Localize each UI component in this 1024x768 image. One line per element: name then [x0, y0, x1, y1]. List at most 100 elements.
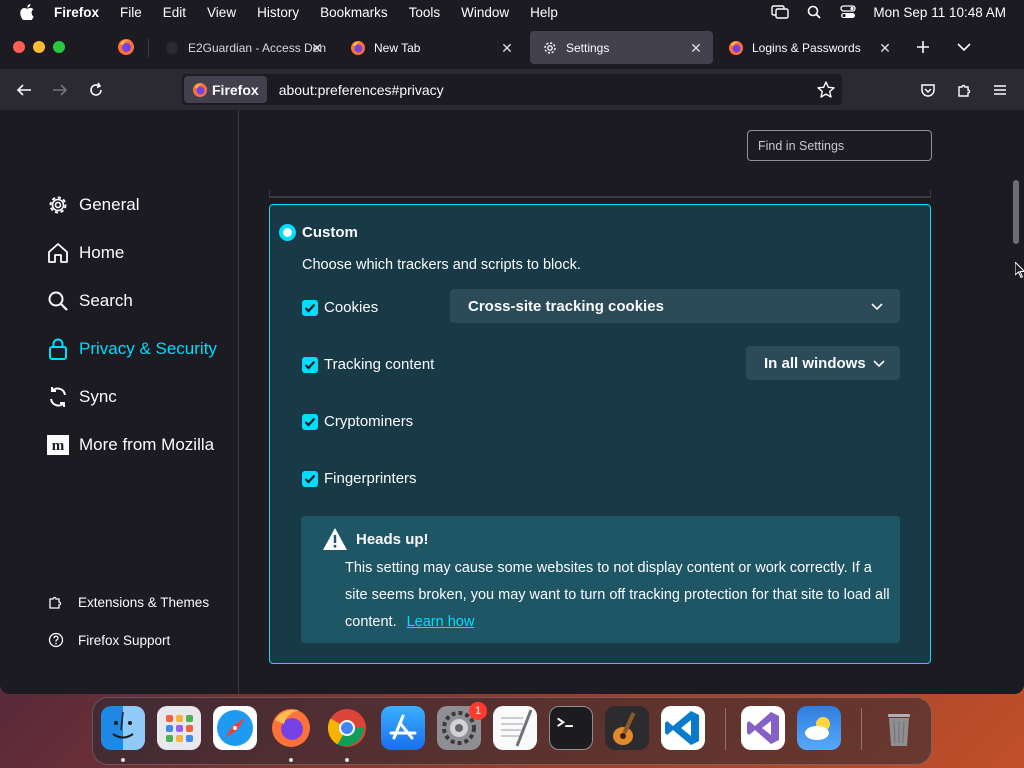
- category-general[interactable]: General: [46, 193, 139, 217]
- firefox-icon: [350, 40, 366, 56]
- find-in-settings-input[interactable]: Find in Settings: [747, 130, 932, 161]
- help-icon: [48, 632, 64, 648]
- close-tab-icon[interactable]: ✕: [310, 41, 324, 55]
- category-sync[interactable]: Sync: [46, 385, 117, 409]
- checkmark-icon[interactable]: [302, 356, 318, 373]
- close-window-button[interactable]: [13, 41, 25, 53]
- url-bar[interactable]: Firefox about:preferences#privacy: [182, 74, 842, 105]
- nav-toolbar: Firefox about:preferences#privacy: [0, 69, 1024, 110]
- tab-strip: E2Guardian - Access Den ✕ New Tab ✕ Sett…: [0, 24, 1024, 69]
- category-label: Search: [79, 291, 133, 310]
- category-label: General: [79, 195, 140, 214]
- identity-label: Firefox: [212, 81, 259, 98]
- cryptominers-option[interactable]: Cryptominers: [302, 413, 413, 430]
- menu-window[interactable]: Window: [461, 5, 509, 20]
- gear-icon: [46, 193, 70, 217]
- list-all-tabs-chevron-icon[interactable]: [953, 36, 975, 58]
- cookies-select[interactable]: Cross-site tracking cookies: [450, 289, 900, 323]
- preferences-page: General Home Search Privacy & Security S…: [0, 110, 1024, 694]
- category-label: Home: [79, 243, 125, 262]
- notification-badge: 1: [469, 702, 487, 720]
- menubar-clock[interactable]: Mon Sep 11 10:48 AM: [873, 5, 1006, 20]
- visual-studio-icon[interactable]: [741, 706, 785, 750]
- menu-help[interactable]: Help: [530, 5, 558, 20]
- scrollbar-thumb[interactable]: [1013, 180, 1019, 244]
- menu-edit[interactable]: Edit: [163, 5, 186, 20]
- select-value: Cross-site tracking cookies: [468, 297, 664, 315]
- extensions-themes-link[interactable]: Extensions & Themes: [48, 594, 209, 610]
- menu-view[interactable]: View: [207, 5, 236, 20]
- category-home[interactable]: Home: [46, 241, 124, 265]
- category-more-from-mozilla[interactable]: m More from Mozilla: [46, 433, 214, 457]
- menu-bookmarks[interactable]: Bookmarks: [320, 5, 388, 20]
- reload-icon[interactable]: [85, 79, 107, 101]
- category-search[interactable]: Search: [46, 289, 133, 313]
- minimize-window-button[interactable]: [33, 41, 45, 53]
- home-icon: [46, 241, 70, 265]
- select-value: In all windows: [764, 354, 866, 372]
- vscode-icon[interactable]: [661, 706, 705, 750]
- menu-tools[interactable]: Tools: [409, 5, 441, 20]
- menu-history[interactable]: History: [257, 5, 299, 20]
- categories-sidebar: General Home Search Privacy & Security S…: [0, 110, 239, 694]
- option-label: Fingerprinters: [324, 470, 417, 487]
- option-label: Cookies: [324, 299, 379, 316]
- tab-e2guardian[interactable]: E2Guardian - Access Den ✕: [152, 31, 334, 64]
- spotlight-search-icon[interactable]: [805, 3, 823, 21]
- identity-box[interactable]: Firefox: [184, 76, 267, 103]
- checkmark-icon[interactable]: [302, 470, 318, 487]
- app-store-icon[interactable]: [381, 706, 425, 750]
- launchpad-icon[interactable]: [157, 706, 201, 750]
- new-tab-plus-icon[interactable]: [912, 36, 934, 58]
- back-arrow-icon[interactable]: [13, 79, 35, 101]
- firefox-view-icon[interactable]: [115, 36, 137, 58]
- macos-menubar: Firefox File Edit View History Bookmarks…: [0, 0, 1024, 24]
- custom-title: Custom: [302, 224, 358, 241]
- finder-icon[interactable]: [101, 706, 145, 750]
- hamburger-menu-icon[interactable]: [989, 79, 1011, 101]
- macos-dock: 1: [92, 697, 932, 765]
- gear-icon: [542, 40, 558, 56]
- apple-icon[interactable]: [18, 3, 36, 21]
- pocket-icon[interactable]: [917, 79, 939, 101]
- tracking-content-select[interactable]: In all windows: [746, 346, 900, 380]
- checkmark-icon[interactable]: [302, 299, 318, 316]
- firefox-support-link[interactable]: Firefox Support: [48, 632, 170, 648]
- bookmark-star-icon[interactable]: [816, 80, 836, 100]
- menu-app-name[interactable]: Firefox: [54, 5, 99, 20]
- checkmark-icon[interactable]: [302, 413, 318, 430]
- learn-how-link[interactable]: Learn how: [407, 614, 475, 630]
- tab-settings[interactable]: Settings ✕: [530, 31, 713, 64]
- safari-icon[interactable]: [213, 706, 257, 750]
- close-tab-icon[interactable]: ✕: [878, 41, 892, 55]
- custom-radio-button[interactable]: [279, 224, 296, 241]
- category-privacy-security[interactable]: Privacy & Security: [46, 337, 217, 361]
- tab-new-tab[interactable]: New Tab ✕: [338, 31, 524, 64]
- heads-up-warning: Heads up! This setting may cause some we…: [301, 516, 900, 643]
- extensions-puzzle-icon[interactable]: [953, 79, 975, 101]
- terminal-icon[interactable]: [549, 706, 593, 750]
- chrome-icon[interactable]: [325, 706, 369, 750]
- footer-label: Extensions & Themes: [78, 594, 210, 610]
- control-center-icon[interactable]: [839, 3, 857, 21]
- fingerprinters-option[interactable]: Fingerprinters: [302, 470, 417, 487]
- chevron-down-icon: [872, 357, 886, 371]
- close-tab-icon[interactable]: ✕: [500, 41, 514, 55]
- weather-icon[interactable]: [797, 706, 841, 750]
- forward-arrow-icon[interactable]: [49, 79, 71, 101]
- url-text[interactable]: about:preferences#privacy: [279, 82, 444, 98]
- textedit-icon[interactable]: [493, 706, 537, 750]
- firefox-dock-icon[interactable]: [269, 706, 313, 750]
- zoom-window-button[interactable]: [53, 41, 65, 53]
- tab-logins-passwords[interactable]: Logins & Passwords ✕: [716, 31, 902, 64]
- screen-mirroring-icon[interactable]: [771, 3, 790, 21]
- firefox-window: E2Guardian - Access Den ✕ New Tab ✕ Sett…: [0, 24, 1024, 694]
- cookies-option[interactable]: Cookies: [302, 299, 378, 316]
- tracking-content-option[interactable]: Tracking content: [302, 356, 434, 373]
- close-tab-icon[interactable]: ✕: [689, 41, 703, 55]
- warning-title: Heads up!: [356, 531, 429, 548]
- menu-file[interactable]: File: [120, 5, 142, 20]
- trash-icon[interactable]: [877, 706, 921, 750]
- category-label: Sync: [79, 387, 117, 406]
- garageband-icon[interactable]: [605, 706, 649, 750]
